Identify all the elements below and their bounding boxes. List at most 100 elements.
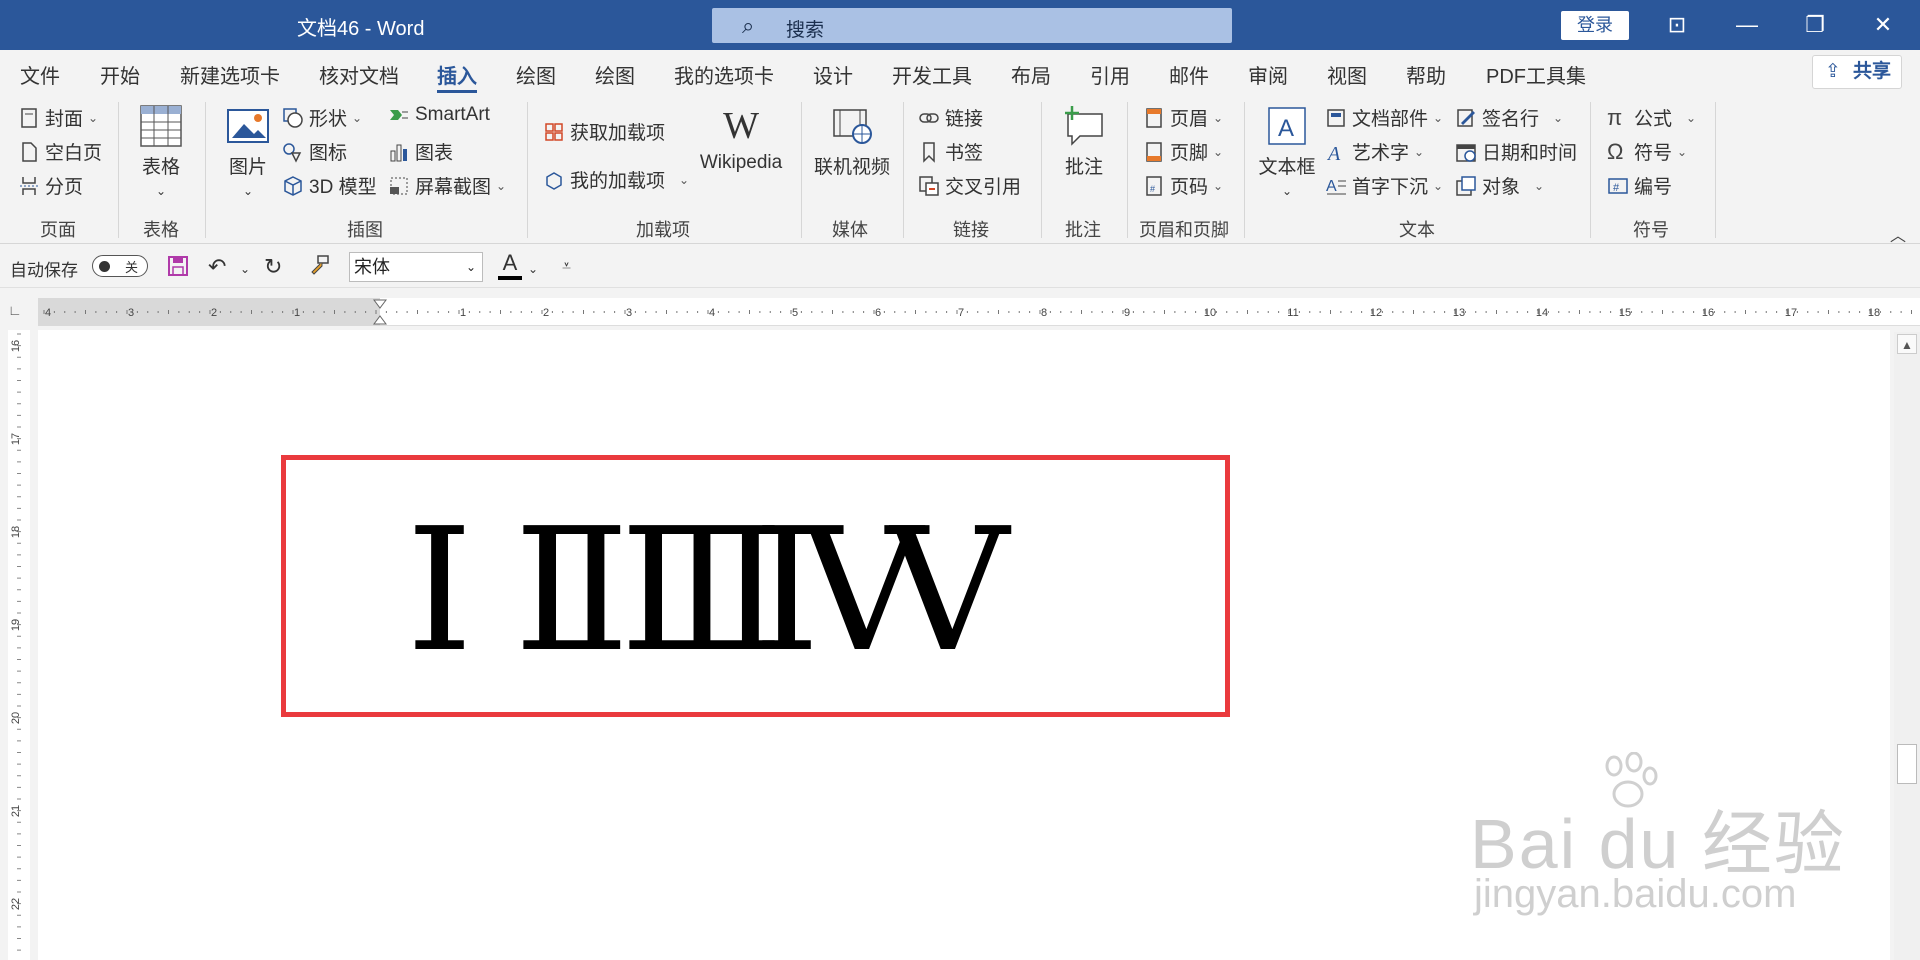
share-button[interactable]: ⇪ 共享 [1812,55,1902,89]
chevron-down-icon: ⌄ [1677,144,1688,159]
tab-view[interactable]: 视图 [1327,60,1367,89]
svg-text:A: A [1278,115,1294,142]
blank-page-button[interactable]: 空白页 [18,138,102,165]
bookmark-button[interactable]: 书签 [918,138,983,165]
signature-line-button[interactable]: 签名行 ⌄ [1455,104,1563,131]
cross-reference-icon [918,175,940,197]
date-time-button[interactable]: 日期和时间 [1455,138,1577,165]
roman-numerals-frame[interactable]: Ⅰ Ⅱ Ⅲ Ⅳ Ⅴ [281,455,1230,717]
toggle-knob [99,261,110,272]
smartart-button[interactable]: SmartArt [388,104,490,126]
object-icon [1455,175,1477,197]
tab-references[interactable]: 引用 [1090,60,1130,89]
quick-access-toolbar: 自动保存 关 ↶ ⌄ ↻ 宋体 ⌄ A ⌄ ⩡ [0,246,1920,288]
textbox-icon: A [1265,104,1309,148]
maximize-icon[interactable]: ❐ [1790,8,1840,42]
numeral-1: Ⅰ [406,498,474,686]
wikipedia-button[interactable]: W Wikipedia [694,104,788,174]
object-button[interactable]: 对象 ⌄ [1455,172,1544,199]
cross-reference-button[interactable]: 交叉引用 [918,172,1021,199]
footer-button[interactable]: 页脚 ⌄ [1143,138,1223,165]
tab-file[interactable]: 文件 [20,60,60,89]
svg-text:A: A [1326,178,1337,195]
comment-button[interactable]: 批注 [1058,104,1110,179]
tab-draw-2[interactable]: 绘图 [595,60,635,89]
customize-toolbar-icon[interactable]: ⩡ [562,258,571,276]
chevron-down-icon: ⌄ [1414,144,1425,159]
header-button[interactable]: 页眉 ⌄ [1143,104,1223,131]
font-color-icon[interactable]: A [498,250,522,280]
tab-my-tab[interactable]: 我的选项卡 [674,60,774,89]
search-icon: ⌕ [742,13,755,38]
symbol-button[interactable]: Ω 符号 ⌄ [1607,138,1687,165]
my-addins-button[interactable]: 我的加载项 ⌄ [543,166,689,193]
redo-icon[interactable]: ↻ [264,254,282,280]
tab-new-tab[interactable]: 新建选项卡 [180,60,280,89]
get-addins-button[interactable]: 获取加载项 [543,118,665,145]
login-button[interactable]: 登录 [1561,11,1629,40]
close-icon[interactable]: ✕ [1858,8,1908,42]
tab-mailings[interactable]: 邮件 [1169,60,1209,89]
ribbon: 封面 ⌄ 空白页 分页 页面 表格 ⌄ 表格 图片 ⌄ 形状 ⌄ 图标 3D 模型 Sm… [0,94,1920,246]
chevron-down-icon: ⌄ [242,184,254,198]
font-color-dropdown-icon[interactable]: ⌄ [528,262,538,276]
comment-label: 批注 [1064,157,1103,178]
tab-design[interactable]: 设计 [813,60,853,89]
chart-label: 图表 [415,143,454,164]
autosave-label: 自动保存 [10,261,78,280]
online-video-button[interactable]: 联机视频 [814,104,890,179]
equation-button[interactable]: π 公式 ⌄ [1607,104,1696,131]
autosave-toggle[interactable]: 关 [92,255,148,277]
tab-insert[interactable]: 插入 [437,60,477,93]
ruler-number: 4 [709,307,715,319]
table-button[interactable]: 表格 ⌄ [136,104,186,201]
page-break-icon [18,175,40,197]
ruler-number: 10 [1204,307,1216,319]
tab-help[interactable]: 帮助 [1406,60,1446,89]
tab-layout[interactable]: 布局 [1011,60,1051,89]
online-video-label: 联机视频 [814,157,891,178]
link-button[interactable]: 链接 [918,104,983,131]
picture-button[interactable]: 图片 ⌄ [222,104,274,201]
dropcap-button[interactable]: A 首字下沉 ⌄ [1325,172,1443,199]
chart-button[interactable]: 图表 [388,138,453,165]
tab-home[interactable]: 开始 [100,60,140,89]
signature-line-label: 签名行 [1482,109,1540,130]
tab-draw[interactable]: 绘图 [516,60,556,89]
quick-parts-label: 文档部件 [1352,109,1429,130]
wordart-button[interactable]: A 艺术字 ⌄ [1325,138,1424,165]
icons-button[interactable]: 图标 [282,138,347,165]
tab-selector-icon[interactable]: ∟ [8,302,28,320]
undo-dropdown-icon[interactable]: ⌄ [240,262,250,276]
horizontal-ruler[interactable]: 4 3 2 1 1 2 3 4 5 6 7 8 9 10 11 12 13 14 15 16 17 18 [38,298,1920,326]
tab-pdf-tools[interactable]: PDF工具集 [1486,60,1586,89]
quick-parts-button[interactable]: 文档部件 ⌄ [1325,104,1443,131]
group-label-comments: 批注 [1065,220,1101,240]
textbox-button[interactable]: A 文本框 ⌄ [1256,104,1318,201]
search-box[interactable]: ⌕ 搜索 [712,8,1232,43]
search-input[interactable]: 搜索 [786,15,824,42]
vertical-ruler: 16 17 18 19 20 21 22 [8,330,30,960]
cover-page-button[interactable]: 封面 ⌄ [18,104,98,131]
ribbon-display-options-icon[interactable]: ⊡ [1652,8,1702,42]
collapse-ribbon-icon[interactable]: ︿ [1890,222,1906,246]
tab-review[interactable]: 审阅 [1248,60,1288,89]
undo-icon[interactable]: ↶ [208,254,226,280]
cover-page-label: 封面 [45,109,84,130]
numbering-button[interactable]: # 编号 [1607,172,1672,199]
scroll-up-icon[interactable]: ▲ [1897,334,1917,354]
screenshot-button[interactable]: 屏幕截图 ⌄ [388,172,506,199]
tab-developer[interactable]: 开发工具 [892,60,972,89]
tab-check-doc[interactable]: 核对文档 [319,60,399,89]
bookmark-label: 书签 [945,143,984,164]
minimize-icon[interactable]: — [1722,8,1772,42]
share-label: 共享 [1853,61,1892,82]
format-painter-icon[interactable] [308,254,332,284]
3d-models-button[interactable]: 3D 模型 [282,172,377,199]
font-name-select[interactable]: 宋体 ⌄ [349,252,483,282]
page-number-button[interactable]: # 页码 ⌄ [1143,172,1223,199]
shapes-button[interactable]: 形状 ⌄ [282,104,362,131]
page-break-button[interactable]: 分页 [18,172,83,199]
chevron-down-icon: ⌄ [1281,184,1293,198]
save-icon[interactable] [166,254,190,284]
